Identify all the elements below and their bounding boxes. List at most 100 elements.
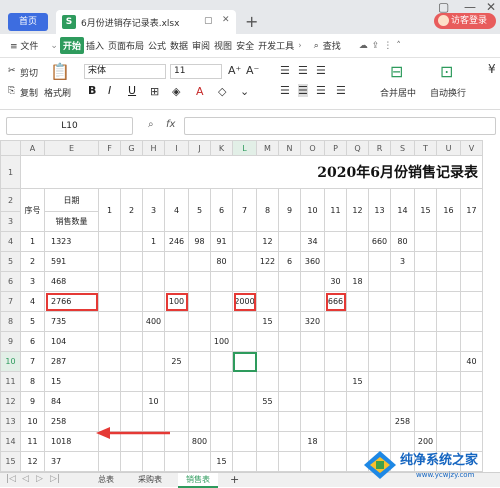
font-shrink-button[interactable]: A⁻: [246, 64, 259, 77]
clear-format-icon[interactable]: ◇: [218, 85, 226, 98]
merge-icon[interactable]: ⊟: [390, 62, 403, 81]
table-cell[interactable]: [120, 251, 143, 272]
table-cell[interactable]: 15: [256, 311, 279, 332]
table-cell[interactable]: [346, 331, 369, 352]
table-cell[interactable]: [278, 411, 301, 432]
share-icon[interactable]: ⇪: [370, 41, 382, 51]
menu-item-security[interactable]: 安全: [234, 39, 256, 52]
table-cell[interactable]: 100: [164, 291, 189, 312]
row-header[interactable]: 6: [0, 271, 21, 292]
table-cell[interactable]: [164, 311, 189, 332]
table-cell[interactable]: [300, 331, 325, 352]
table-cell[interactable]: 37: [44, 451, 99, 472]
table-cell[interactable]: [278, 331, 301, 352]
menu-item-review[interactable]: 审阅: [190, 39, 212, 52]
table-cell[interactable]: [278, 351, 301, 372]
prev-sheet-icon[interactable]: ◁: [22, 474, 29, 484]
table-cell[interactable]: [300, 451, 325, 472]
align-left-icon[interactable]: ☰: [280, 84, 290, 97]
table-cell[interactable]: [324, 451, 347, 472]
table-cell[interactable]: [368, 391, 391, 412]
fill-color-icon[interactable]: ◈: [172, 85, 180, 98]
table-cell[interactable]: [210, 411, 233, 432]
column-header[interactable]: V: [460, 140, 483, 156]
table-cell[interactable]: [98, 371, 121, 392]
column-header[interactable]: I: [164, 140, 189, 156]
table-cell[interactable]: 34: [300, 231, 325, 252]
table-cell[interactable]: [188, 351, 211, 372]
header-seq[interactable]: 序号: [20, 188, 45, 232]
table-cell[interactable]: [368, 331, 391, 352]
restore-icon[interactable]: ▢: [438, 0, 449, 14]
table-cell[interactable]: [278, 311, 301, 332]
next-sheet-icon[interactable]: ▷: [36, 474, 43, 484]
table-cell[interactable]: [346, 391, 369, 412]
table-cell[interactable]: [300, 411, 325, 432]
table-cell[interactable]: 12: [256, 231, 279, 252]
table-cell[interactable]: [460, 231, 483, 252]
table-cell[interactable]: [324, 351, 347, 372]
table-cell[interactable]: [278, 271, 301, 292]
table-cell[interactable]: [120, 291, 143, 312]
table-cell[interactable]: 15: [210, 451, 233, 472]
sheet-tab-summary[interactable]: 总表: [90, 473, 122, 488]
row-header[interactable]: 11: [0, 371, 21, 392]
header-day[interactable]: 4: [164, 188, 189, 232]
table-cell[interactable]: [346, 231, 369, 252]
table-cell[interactable]: [232, 271, 257, 292]
table-cell[interactable]: [368, 311, 391, 332]
menu-item-start[interactable]: 开始: [59, 37, 84, 54]
format-painter-button[interactable]: 格式刷: [44, 86, 71, 99]
sheet-table[interactable]: A E F G H I J K L M N O P Q R S T U V 1 2020年6月份销售记录表 2 序号 日期 1 2…: [0, 140, 483, 472]
table-cell[interactable]: [346, 411, 369, 432]
table-cell[interactable]: [278, 451, 301, 472]
row-header[interactable]: 7: [0, 291, 21, 312]
table-cell[interactable]: 10: [20, 411, 45, 432]
table-cell[interactable]: 468: [44, 271, 99, 292]
zoom-icon[interactable]: ⌕: [148, 119, 154, 130]
table-cell[interactable]: [414, 331, 437, 352]
table-cell[interactable]: [256, 411, 279, 432]
table-cell[interactable]: [256, 451, 279, 472]
table-cell[interactable]: 15: [346, 371, 369, 392]
first-sheet-icon[interactable]: |◁: [6, 474, 16, 484]
table-cell[interactable]: [324, 251, 347, 272]
table-cell[interactable]: [436, 351, 461, 372]
justify-icon[interactable]: ☰: [336, 84, 346, 97]
header-day[interactable]: 6: [210, 188, 233, 232]
column-header[interactable]: N: [278, 140, 301, 156]
header-day[interactable]: 13: [368, 188, 391, 232]
table-cell[interactable]: [256, 431, 279, 452]
menu-item-data[interactable]: 数据: [168, 39, 190, 52]
header-day[interactable]: 7: [232, 188, 257, 232]
table-cell[interactable]: [164, 331, 189, 352]
table-cell[interactable]: 84: [44, 391, 99, 412]
table-cell[interactable]: [324, 391, 347, 412]
table-cell[interactable]: [256, 291, 279, 312]
search-label[interactable]: 查找: [321, 39, 343, 52]
table-cell[interactable]: [368, 251, 391, 272]
menu-item-insert[interactable]: 插入: [84, 39, 106, 52]
table-cell[interactable]: [436, 271, 461, 292]
table-cell[interactable]: [390, 291, 415, 312]
table-cell[interactable]: [210, 351, 233, 372]
table-cell[interactable]: 400: [142, 311, 165, 332]
table-cell[interactable]: [120, 311, 143, 332]
wrap-icon[interactable]: ⊡: [440, 62, 453, 81]
table-cell[interactable]: [232, 371, 257, 392]
table-cell[interactable]: [390, 271, 415, 292]
sheet-tab-purchase[interactable]: 采购表: [130, 473, 170, 488]
table-cell[interactable]: [414, 231, 437, 252]
header-day[interactable]: 3: [142, 188, 165, 232]
table-cell[interactable]: [414, 311, 437, 332]
table-cell[interactable]: [436, 231, 461, 252]
table-cell[interactable]: [460, 391, 483, 412]
row-header[interactable]: 14: [0, 431, 21, 452]
table-cell[interactable]: 15: [44, 371, 99, 392]
table-cell[interactable]: [188, 391, 211, 412]
spreadsheet-grid[interactable]: A E F G H I J K L M N O P Q R S T U V 1 2020年6月份销售记录表 2 序号 日期 1 2…: [0, 140, 500, 472]
table-cell[interactable]: [414, 271, 437, 292]
row-header[interactable]: 3: [0, 211, 21, 232]
table-cell[interactable]: [460, 311, 483, 332]
table-cell[interactable]: 8: [20, 371, 45, 392]
